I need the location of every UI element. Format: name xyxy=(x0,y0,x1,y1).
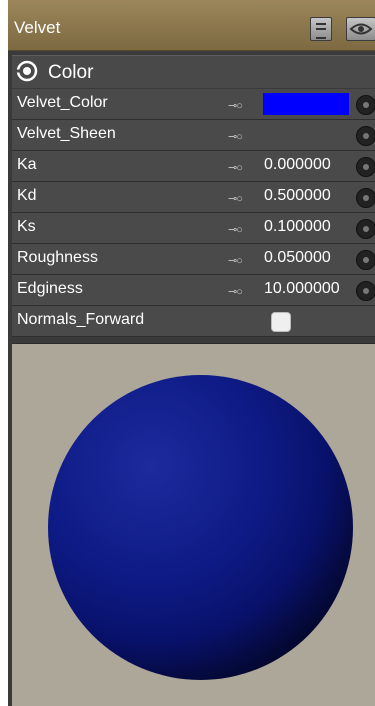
param-name: Ks xyxy=(17,218,36,235)
param-name: Ka xyxy=(17,156,37,173)
param-row-velvet-sheen[interactable]: Velvet_Sheen ⊸○ xyxy=(12,120,375,151)
connect-node-icon[interactable] xyxy=(356,281,375,301)
connect-node-icon[interactable] xyxy=(356,188,375,208)
key-icon[interactable]: ⊸○ xyxy=(228,161,243,174)
connect-node-icon[interactable] xyxy=(356,219,375,239)
list-view-button[interactable] xyxy=(310,17,332,41)
color-swatch[interactable] xyxy=(263,93,349,115)
param-name: Velvet_Sheen xyxy=(17,125,116,142)
param-value[interactable]: 0.000000 xyxy=(264,156,331,174)
key-icon[interactable]: ⊸○ xyxy=(228,99,243,112)
key-icon[interactable]: ⊸○ xyxy=(228,223,243,236)
color-swatch[interactable] xyxy=(263,124,349,146)
panel-title: Velvet xyxy=(14,18,61,37)
param-name: Kd xyxy=(17,187,37,204)
param-value[interactable]: 0.100000 xyxy=(264,218,331,236)
connect-node-icon[interactable] xyxy=(356,126,375,146)
connect-node-icon[interactable] xyxy=(356,250,375,270)
connect-node-icon[interactable] xyxy=(356,95,375,115)
connect-node-icon[interactable] xyxy=(356,157,375,177)
parameter-list: Velvet_Color ⊸○ Velvet_Sheen ⊸○ Ka ⊸○ 0.000000… xyxy=(12,89,375,337)
param-name: Normals_Forward xyxy=(17,311,145,328)
key-icon[interactable]: ⊸○ xyxy=(228,130,243,143)
param-row-roughness[interactable]: Roughness ⊸○ 0.050000 xyxy=(12,244,375,275)
param-name: Roughness xyxy=(17,249,98,266)
key-icon[interactable]: ⊸○ xyxy=(228,285,243,298)
param-row-ks[interactable]: Ks ⊸○ 0.100000 xyxy=(12,213,375,244)
key-icon[interactable]: ⊸○ xyxy=(228,254,243,267)
eye-toggle-icon[interactable] xyxy=(16,60,38,82)
preview-sphere xyxy=(48,375,353,680)
param-value[interactable]: 0.050000 xyxy=(264,249,331,267)
visibility-button[interactable] xyxy=(346,17,375,41)
param-row-normals-forward[interactable]: Normals_Forward xyxy=(12,306,375,337)
param-row-velvet-color[interactable]: Velvet_Color ⊸○ xyxy=(12,89,375,120)
key-icon[interactable]: ⊸○ xyxy=(228,192,243,205)
title-bar: Velvet xyxy=(8,0,375,51)
param-name: Edginess xyxy=(17,280,83,297)
param-row-kd[interactable]: Kd ⊸○ 0.500000 xyxy=(12,182,375,213)
param-row-ka[interactable]: Ka ⊸○ 0.000000 xyxy=(12,151,375,182)
param-row-edginess[interactable]: Edginess ⊸○ 10.000000 xyxy=(12,275,375,306)
param-value[interactable]: 10.000000 xyxy=(264,280,340,298)
material-panel: Velvet Color Velvet_Color ⊸○ Velvet_Sheen ⊸… xyxy=(8,0,375,706)
checkbox[interactable] xyxy=(271,312,291,332)
param-name: Velvet_Color xyxy=(17,94,108,111)
param-value[interactable]: 0.500000 xyxy=(264,187,331,205)
eye-icon xyxy=(349,23,373,35)
material-preview xyxy=(12,343,375,706)
color-section-header[interactable]: Color xyxy=(12,55,375,88)
section-label: Color xyxy=(48,62,94,83)
